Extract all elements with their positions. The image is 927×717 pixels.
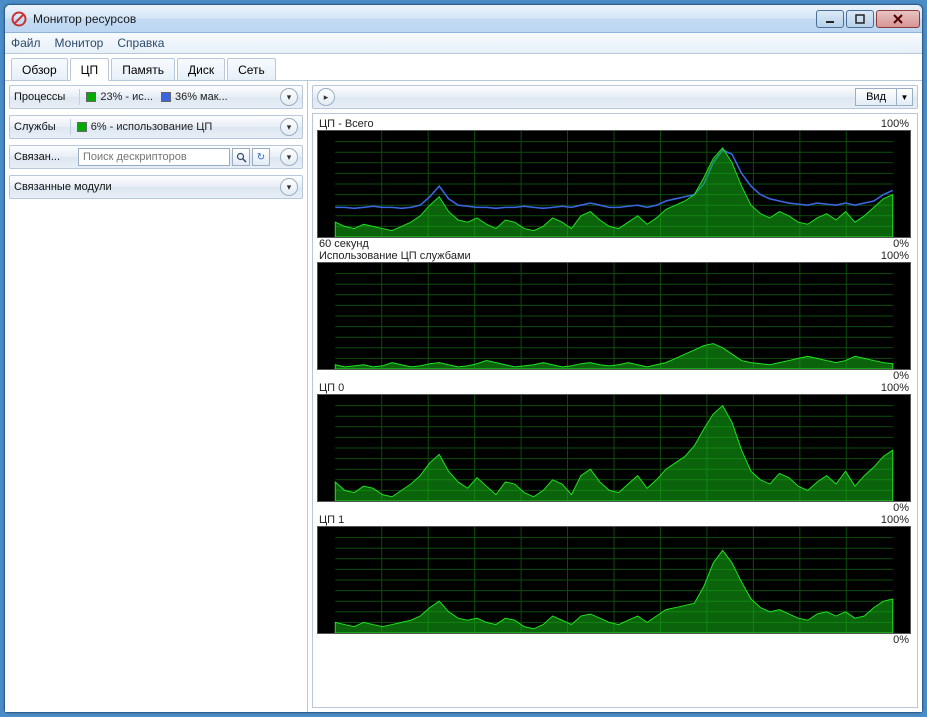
chart-3: ЦП 1100% 0% bbox=[317, 514, 911, 646]
chart-title: Использование ЦП службами bbox=[319, 250, 881, 262]
section-related-label: Связан... bbox=[14, 151, 70, 163]
chart-title: ЦП 0 bbox=[319, 382, 881, 394]
view-dropdown-button[interactable]: ▼ bbox=[897, 88, 913, 106]
section-services-label: Службы bbox=[14, 121, 56, 133]
tab-overview[interactable]: Обзор bbox=[11, 58, 68, 80]
left-panel: Процессы 23% - ис... 36% мак... ▾ Службы… bbox=[5, 81, 308, 712]
chevron-down-icon[interactable]: ▾ bbox=[280, 88, 298, 106]
legend-green-icon bbox=[86, 92, 96, 102]
window: Монитор ресурсов Файл Монитор Справка Об… bbox=[4, 4, 923, 713]
chart-ymax: 100% bbox=[881, 382, 909, 394]
window-title: Монитор ресурсов bbox=[33, 12, 816, 26]
titlebar[interactable]: Монитор ресурсов bbox=[5, 5, 922, 33]
maximize-button[interactable] bbox=[846, 10, 874, 28]
search-input[interactable] bbox=[78, 148, 230, 166]
chart-xlabel: 60 секунд bbox=[319, 238, 893, 250]
tab-disk[interactable]: Диск bbox=[177, 58, 225, 80]
app-icon bbox=[11, 11, 27, 27]
chart-title: ЦП - Всего bbox=[319, 118, 881, 130]
minimize-button[interactable] bbox=[816, 10, 844, 28]
legend-blue-icon bbox=[161, 92, 171, 102]
close-button[interactable] bbox=[876, 10, 920, 28]
chart-graph bbox=[317, 262, 911, 370]
tab-cpu[interactable]: ЦП bbox=[70, 58, 110, 81]
chart-title: ЦП 1 bbox=[319, 514, 881, 526]
chevron-down-icon[interactable]: ▾ bbox=[280, 148, 298, 166]
chart-ymin: 0% bbox=[893, 238, 909, 250]
collapse-button[interactable]: ▸ bbox=[317, 88, 335, 106]
menubar: Файл Монитор Справка bbox=[5, 33, 922, 54]
right-panel: ▸ Вид ▼ ЦП - Всего100%60 секунд0%Использ… bbox=[308, 81, 922, 712]
chart-1: Использование ЦП службами100% 0% bbox=[317, 250, 911, 382]
refresh-button[interactable]: ↻ bbox=[252, 148, 270, 166]
separator bbox=[70, 119, 71, 135]
tab-net[interactable]: Сеть bbox=[227, 58, 276, 80]
chart-graph bbox=[317, 130, 911, 238]
chart-ymax: 100% bbox=[881, 118, 909, 130]
chart-ymin: 0% bbox=[893, 634, 909, 646]
right-toolbar: ▸ Вид ▼ bbox=[312, 85, 918, 109]
section-related-handles[interactable]: Связан... ↻ ▾ bbox=[9, 145, 303, 169]
processes-stat1: 23% - ис... bbox=[100, 91, 153, 103]
section-services[interactable]: Службы 6% - использование ЦП ▾ bbox=[9, 115, 303, 139]
section-modules-label: Связанные модули bbox=[14, 181, 112, 193]
menu-monitor[interactable]: Монитор bbox=[55, 36, 104, 50]
tabbar: Обзор ЦП Память Диск Сеть bbox=[5, 54, 922, 81]
tab-memory[interactable]: Память bbox=[111, 58, 175, 80]
processes-stat2: 36% мак... bbox=[175, 91, 228, 103]
chart-graph bbox=[317, 526, 911, 634]
content: Процессы 23% - ис... 36% мак... ▾ Службы… bbox=[5, 81, 922, 712]
chart-xlabel bbox=[319, 502, 893, 514]
chart-ymax: 100% bbox=[881, 250, 909, 262]
section-processes-label: Процессы bbox=[14, 91, 65, 103]
chart-ymin: 0% bbox=[893, 370, 909, 382]
services-stat1: 6% - использование ЦП bbox=[91, 121, 213, 133]
chart-2: ЦП 0100% 0% bbox=[317, 382, 911, 514]
charts-container: ЦП - Всего100%60 секунд0%Использование Ц… bbox=[312, 113, 918, 708]
section-modules[interactable]: Связанные модули ▾ bbox=[9, 175, 303, 199]
chevron-down-icon[interactable]: ▾ bbox=[280, 118, 298, 136]
chart-ymin: 0% bbox=[893, 502, 909, 514]
chart-graph bbox=[317, 394, 911, 502]
search-icon bbox=[236, 152, 247, 163]
menu-file[interactable]: Файл bbox=[11, 36, 41, 50]
search-button[interactable] bbox=[232, 148, 250, 166]
chart-xlabel bbox=[319, 370, 893, 382]
chart-ymax: 100% bbox=[881, 514, 909, 526]
legend-green-icon bbox=[77, 122, 87, 132]
menu-help[interactable]: Справка bbox=[117, 36, 164, 50]
chart-xlabel bbox=[319, 634, 893, 646]
chevron-down-icon[interactable]: ▾ bbox=[280, 178, 298, 196]
separator bbox=[79, 89, 80, 105]
view-button[interactable]: Вид bbox=[855, 88, 897, 106]
section-processes[interactable]: Процессы 23% - ис... 36% мак... ▾ bbox=[9, 85, 303, 109]
chart-0: ЦП - Всего100% 60 секунд0% bbox=[317, 118, 911, 250]
